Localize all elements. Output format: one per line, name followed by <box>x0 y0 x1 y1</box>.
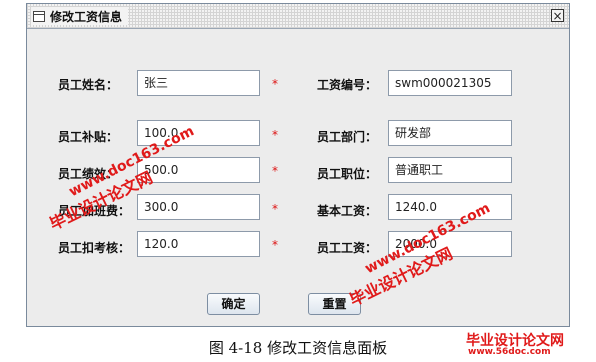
required-marker: * <box>272 238 278 252</box>
confirm-button[interactable]: 确定 <box>207 293 260 315</box>
performance-field[interactable]: 500.0 <box>137 157 260 183</box>
required-marker: * <box>272 202 278 216</box>
deduction-label: 员工扣考核： <box>58 241 131 255</box>
deduction-field[interactable]: 120.0 <box>137 231 260 257</box>
watermark-site-url: www.56doc.com <box>468 347 551 357</box>
base-salary-label: 基本工资： <box>317 204 378 218</box>
salary-id-field[interactable]: swm000021305 <box>388 70 512 96</box>
window-title: 修改工资信息 <box>50 9 123 24</box>
salary-id-label: 工资编号： <box>317 78 378 92</box>
department-field[interactable]: 研发部 <box>388 120 512 146</box>
employee-salary-label: 员工工资： <box>317 241 378 255</box>
close-icon: × <box>552 8 563 23</box>
department-label: 员工部门： <box>317 130 378 144</box>
employee-name-field[interactable]: 张三 <box>137 70 260 96</box>
close-button[interactable]: × <box>551 9 564 22</box>
position-field[interactable]: 普通职工 <box>388 157 512 183</box>
required-marker: * <box>272 128 278 142</box>
overtime-field[interactable]: 300.0 <box>137 194 260 220</box>
position-label: 员工职位： <box>317 167 378 181</box>
allowance-label: 员工补贴： <box>58 130 119 144</box>
base-salary-field[interactable]: 1240.0 <box>388 194 512 220</box>
window-icon <box>33 10 45 22</box>
required-marker: * <box>272 77 278 91</box>
title-area: 修改工资信息 <box>31 7 129 25</box>
employee-name-label: 员工姓名： <box>58 78 119 92</box>
required-marker: * <box>272 164 278 178</box>
title-bar[interactable]: 修改工资信息 × <box>27 4 569 29</box>
